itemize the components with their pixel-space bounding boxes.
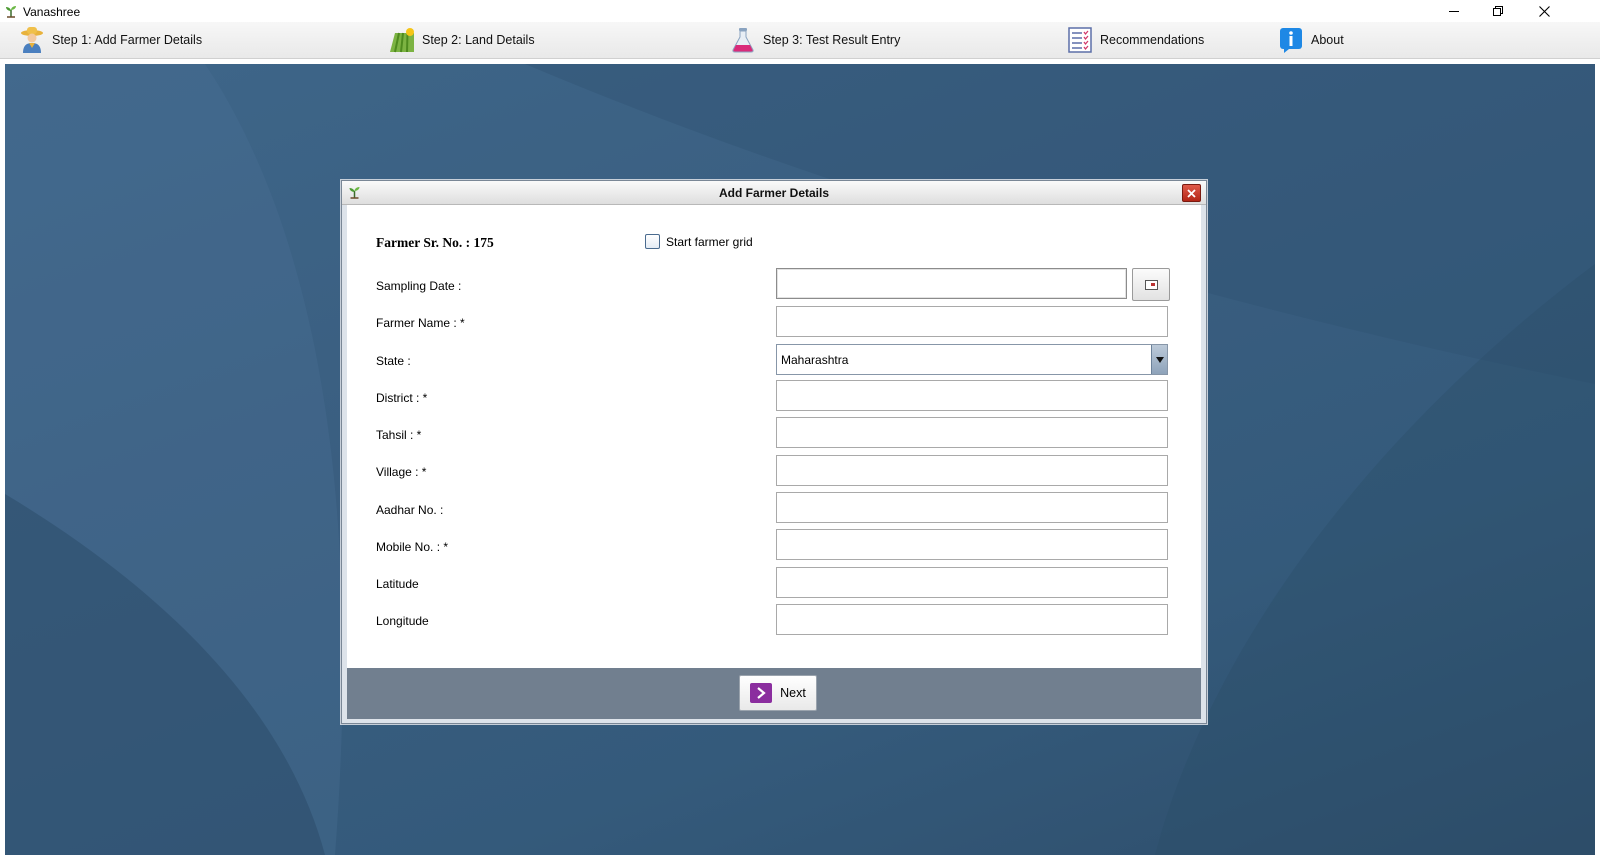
toolbar-label: About [1311,33,1344,47]
village-field[interactable] [776,455,1168,486]
minimize-icon [1449,11,1459,12]
checkbox-box[interactable] [645,234,660,249]
next-label: Next [780,686,806,700]
farmer-name-label: Farmer Name : * [376,316,465,330]
checkbox-label: Start farmer grid [666,234,753,249]
mobile-label: Mobile No. : * [376,540,449,554]
latitude-field[interactable] [776,567,1168,598]
toolbar-step3-test-result[interactable]: Step 3: Test Result Entry [729,22,900,58]
tahsil-label: Tahsil : * [376,428,422,442]
longitude-field[interactable] [776,604,1168,635]
main-toolbar: Step 1: Add Farmer Details Step 2: Land … [0,22,1600,59]
dialog-footer: Next [347,668,1201,719]
start-farmer-grid-checkbox[interactable]: Start farmer grid [645,234,753,249]
restore-button[interactable] [1475,0,1521,22]
toolbar-label: Step 1: Add Farmer Details [52,33,203,47]
sampling-date-field[interactable] [776,268,1127,299]
desktop-area: Add Farmer Details Farmer Sr. No. : 175 … [5,64,1595,855]
aadhar-label: Aadhar No. : [376,503,444,517]
tahsil-field[interactable] [776,417,1168,448]
next-button[interactable]: Next [739,675,817,711]
toolbar-recommendations[interactable]: Recommendations [1066,22,1204,58]
farmer-icon [18,26,46,54]
calendar-icon [1144,279,1158,290]
sampling-date-label: Sampling Date : [376,279,462,293]
state-select[interactable]: Maharashtra [776,344,1168,375]
latitude-label: Latitude [376,577,419,591]
minimize-button[interactable] [1431,0,1477,22]
restore-icon [1493,6,1503,16]
aadhar-field[interactable] [776,492,1168,523]
checklist-icon [1066,26,1094,54]
window-title: Vanashree [23,5,81,19]
farmer-name-field[interactable] [776,306,1168,337]
window-close-button[interactable] [1521,0,1567,22]
plant-icon [4,4,18,18]
farmer-sr-no: Farmer Sr. No. : 175 [376,235,494,250]
toolbar-label: Step 3: Test Result Entry [763,33,901,47]
toolbar-step2-land-details[interactable]: Step 2: Land Details [388,22,535,58]
mobile-field[interactable] [776,529,1168,560]
district-field[interactable] [776,380,1168,411]
state-label: State : [376,354,411,368]
toolbar-step1-add-farmer[interactable]: Step 1: Add Farmer Details [18,22,202,58]
window-titlebar: Vanashree [0,0,1600,22]
toolbar-label: Recommendations [1100,33,1205,47]
state-selected-value: Maharashtra [781,352,849,367]
dialog-title: Add Farmer Details [718,186,830,200]
village-label: Village : * [376,465,427,479]
longitude-label: Longitude [376,614,429,628]
date-picker-button[interactable] [1132,268,1170,301]
dialog-close-button[interactable] [1182,184,1201,202]
dialog-titlebar: Add Farmer Details [342,181,1206,205]
add-farmer-dialog: Add Farmer Details Farmer Sr. No. : 175 … [341,180,1207,724]
flask-icon [729,26,757,54]
close-icon [1187,188,1196,198]
close-icon [1538,5,1550,17]
district-label: District : * [376,391,428,405]
dialog-form: Farmer Sr. No. : 175 Start farmer grid S… [347,205,1201,668]
toolbar-about[interactable]: About [1277,22,1344,58]
chevron-right-icon [750,683,773,703]
field-icon [388,26,416,54]
toolbar-label: Step 2: Land Details [422,33,535,47]
info-icon [1277,26,1305,54]
chevron-down-icon[interactable] [1151,345,1167,374]
